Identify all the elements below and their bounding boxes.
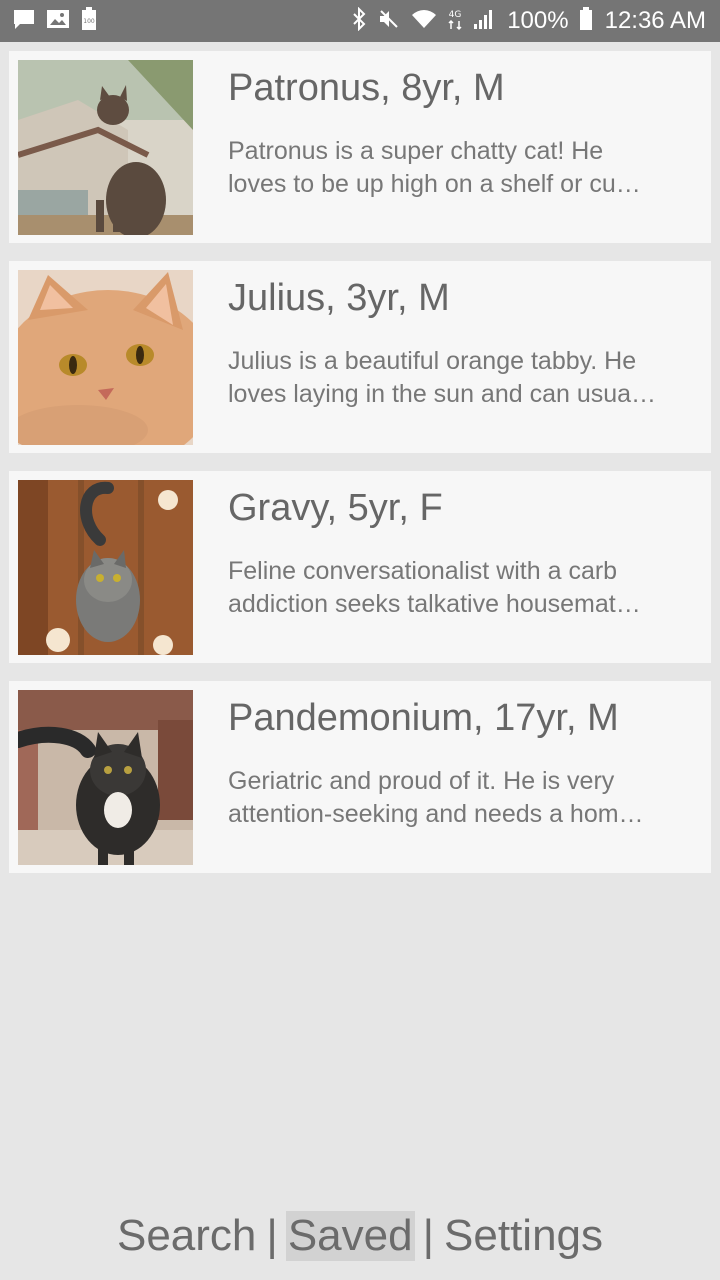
cat-name-age-sex: Gravy, 5yr, F [228,487,443,529]
svg-text:4G: 4G [449,10,462,20]
cat-card-julius[interactable]: Julius, 3yr, M Julius is a beautiful ora… [9,261,711,453]
cat-description: Geriatric and proud of it. He is very at… [228,765,685,831]
cat-description: Patronus is a super chatty cat! He loves… [228,135,685,201]
cat-description-line: Patronus is a super chatty cat! He [228,137,604,165]
mute-icon [377,7,401,36]
bluetooth-icon [351,6,367,36]
bottom-nav: Search | Saved | Settings [0,1206,720,1266]
cat-photo [18,270,193,445]
svg-text:100: 100 [83,18,95,25]
cat-name-age-sex: Pandemonium, 17yr, M [228,697,619,739]
cat-photo [18,480,193,655]
cat-name-age-sex: Julius, 3yr, M [228,277,450,319]
status-right-icons: 4G 100% 12:36 AM [351,6,706,36]
image-icon [46,8,70,35]
cat-card-gravy[interactable]: Gravy, 5yr, F Feline conversationalist w… [9,471,711,663]
battery-saver-icon: 100 [80,6,98,36]
nav-settings[interactable]: Settings [442,1211,605,1261]
cat-description-line: attention-seeking and needs a hom… [228,800,644,828]
status-time: 12:36 AM [604,7,706,34]
message-icon [12,8,36,35]
network-type-icon: 4G [447,7,463,36]
cat-description-line: Feline conversationalist with a carb [228,557,618,585]
cat-description-line: addiction seeks talkative housemat… [228,590,641,618]
cat-card-pandemonium[interactable]: Pandemonium, 17yr, M Geriatric and proud… [9,681,711,873]
status-bar: 100 4G 100% 12:36 AM [0,0,720,42]
signal-icon [473,8,495,35]
saved-cats-list: Patronus, 8yr, M Patronus is a super cha… [9,51,711,891]
nav-search[interactable]: Search [115,1211,258,1261]
nav-separator: | [422,1211,435,1260]
wifi-icon [411,8,437,35]
cat-description: Feline conversationalist with a carb add… [228,555,685,621]
nav-saved[interactable]: Saved [285,1211,415,1261]
status-left-icons: 100 [12,6,98,36]
battery-icon [579,6,593,36]
cat-description: Julius is a beautiful orange tabby. He l… [228,345,685,411]
cat-description-line: loves laying in the sun and can usua… [228,380,657,408]
nav-separator: | [266,1211,278,1260]
cat-description-line: Geriatric and proud of it. He is very [228,767,615,795]
cat-name-age-sex: Patronus, 8yr, M [228,67,505,109]
cat-photo [18,60,193,235]
battery-percent: 100% [507,7,569,34]
cat-photo [18,690,193,865]
cat-description-line: loves to be up high on a shelf or cu… [228,170,641,198]
cat-card-patronus[interactable]: Patronus, 8yr, M Patronus is a super cha… [9,51,711,243]
cat-description-line: Julius is a beautiful orange tabby. He [228,347,637,375]
